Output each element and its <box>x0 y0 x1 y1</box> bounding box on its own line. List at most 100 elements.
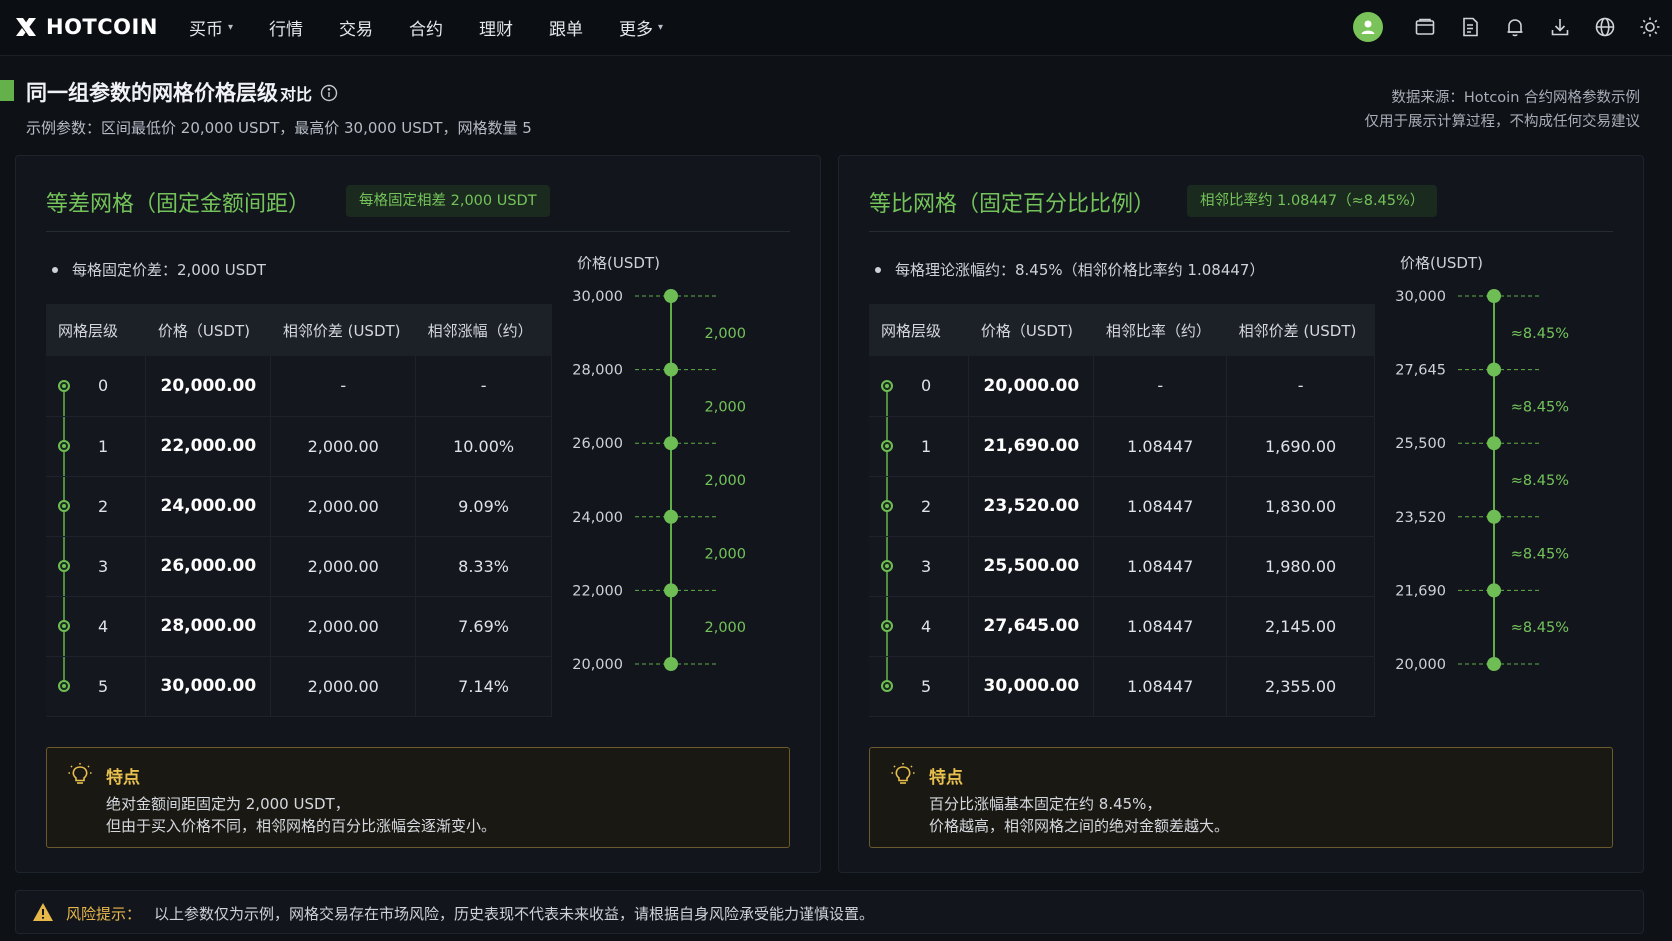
level-dot-icon <box>881 500 893 512</box>
panel-divider <box>46 231 790 232</box>
orders-icon[interactable] <box>1458 15 1482 39</box>
adjacent-cell-b: 7.14% <box>415 656 552 717</box>
adjacent-cell-a: 2,000.00 <box>270 476 417 537</box>
title-accent-bar <box>0 80 14 101</box>
level-dot-icon <box>881 680 893 692</box>
grid-price-cell: 23,520.00 <box>968 476 1095 537</box>
panel-title: 等比网格（固定百分比比例） <box>869 192 1156 217</box>
data-source-line: 数据来源：Hotcoin 合约网格参数示例 <box>1391 90 1640 106</box>
panel-bullet: 每格理论涨幅约：8.45%（相邻价格比率约 1.08447） <box>875 259 1264 280</box>
price-ladder-chart: 价格(USDT) 30,000 27,645 25,500 23,520 21,690 20… <box>1384 254 1624 716</box>
adjacent-cell-a: 2,000.00 <box>270 596 417 657</box>
table-row: 0 20,000.00- - <box>46 356 552 417</box>
grid-level-number: 0 <box>98 376 109 396</box>
wallet-icon[interactable] <box>1413 15 1437 39</box>
adjacent-cell-b: - <box>415 356 552 417</box>
feature-box: 特点 百分比涨幅基本固定在约 8.45%， 价格越高，相邻网格之间的绝对金额差越… <box>869 747 1613 848</box>
ladder-point <box>664 657 678 671</box>
ladder-gap-label: 2,000 <box>704 547 746 563</box>
grid-price-cell: 24,000.00 <box>145 476 272 537</box>
nav-item-trade[interactable]: 交易 <box>339 15 373 40</box>
col-header: 相邻价差 (USDT) <box>1226 304 1375 356</box>
ladder-point <box>664 436 678 451</box>
ladder-gap-label: 2,000 <box>704 473 746 489</box>
grid-level-number: 3 <box>98 556 109 576</box>
logo-text: HOTCOIN <box>46 15 158 39</box>
nav-item-label: 理财 <box>479 20 514 40</box>
nav-menu: 买币 ▾ 行情 交易 合约 理财 跟单 更多 ▾ <box>189 15 699 40</box>
table-row: 1 22,000.00 2,000.00 10.00% <box>46 416 552 477</box>
level-dot-icon <box>881 379 893 392</box>
avatar-icon[interactable] <box>1353 12 1383 42</box>
adjacent-cell-a: - <box>270 356 417 417</box>
col-header: 价格（USDT) <box>968 304 1094 356</box>
risk-warning-bar: 风险提示： 以上参数仅为示例，网格交易存在市场风险，历史表现不代表未来收益，请根… <box>15 890 1644 934</box>
grid-price-cell: 20,000.00 <box>968 356 1095 417</box>
page-title-suffix: 对比 <box>280 85 313 104</box>
arithmetic-grid-panel: 等差网格（固定金额间距） 每格固定相差 2,000 USDT 每格固定价差：2,… <box>15 155 821 873</box>
grid-price-cell: 21,690.00 <box>968 416 1095 477</box>
ladder-gap-label: 2,000 <box>704 620 746 636</box>
grid-level-number: 1 <box>921 436 932 456</box>
logo[interactable]: HOTCOIN <box>14 13 158 41</box>
lightbulb-icon <box>891 763 915 784</box>
adjacent-cell-b: 2,145.00 <box>1226 596 1375 657</box>
table-header-row: 网格层级 价格（USDT) 相邻价差 (USDT) 相邻涨幅（约） <box>46 304 552 356</box>
adjacent-cell-b: 2,355.00 <box>1226 656 1375 717</box>
ladder-point <box>664 509 678 524</box>
level-dot-icon <box>58 379 70 392</box>
grid-level-cell: 0 <box>46 356 147 417</box>
nav-item-earn[interactable]: 理财 <box>479 15 513 40</box>
adjacent-cell-a: 1.08447 <box>1093 656 1228 717</box>
bullet-dot <box>875 266 881 273</box>
panel-divider <box>869 231 1613 232</box>
feature-title: 特点 <box>106 768 140 788</box>
feature-line: 绝对金额间距固定为 2,000 USDT， <box>106 795 350 813</box>
grid-level-cell: 0 <box>869 356 970 417</box>
table-row: 3 25,500.00 1.08447 1,980.00 <box>869 536 1375 597</box>
adjacent-cell-b: 1,980.00 <box>1226 536 1375 597</box>
price-ladder-chart: 价格(USDT) 30,000 28,000 26,000 24,000 22,000 20… <box>561 254 801 716</box>
table-row: 4 27,645.00 1.08447 2,145.00 <box>869 596 1375 657</box>
warning-icon <box>33 903 53 921</box>
feature-line: 百分比涨幅基本固定在约 8.45%， <box>929 795 1162 813</box>
nav-item-buy[interactable]: 买币 ▾ <box>189 15 233 40</box>
ladder-point <box>664 583 678 598</box>
geometric-grid-panel: 等比网格（固定百分比比例） 相邻比率约 1.08447（≈8.45%） 每格理论… <box>838 155 1644 873</box>
table-row: 4 28,000.00 2,000.00 7.69% <box>46 596 552 657</box>
nav-item-futures[interactable]: 合约 <box>409 15 443 40</box>
download-icon[interactable] <box>1548 15 1572 39</box>
grid-level-cell: 1 <box>869 416 970 477</box>
level-dot-icon <box>58 440 70 452</box>
ladder-gap-label: ≈8.45% <box>1511 326 1569 342</box>
nav-item-more[interactable]: 更多 ▾ <box>619 15 663 40</box>
ladder-tick-label: 24,000 <box>572 510 623 526</box>
info-icon[interactable] <box>320 84 338 102</box>
nav-item-label: 交易 <box>339 20 374 40</box>
adjacent-cell-b: - <box>1226 356 1375 417</box>
nav-item-market[interactable]: 行情 <box>269 15 303 40</box>
ladder-point <box>1487 362 1501 377</box>
feature-title: 特点 <box>929 768 963 788</box>
adjacent-cell-b: 1,690.00 <box>1226 416 1375 477</box>
grid-level-number: 2 <box>98 496 109 516</box>
col-header: 价格（USDT) <box>145 304 271 356</box>
table-header-row: 网格层级 价格（USDT) 相邻比率（约） 相邻价差 (USDT) <box>869 304 1375 356</box>
ladder-tick-label: 28,000 <box>572 363 623 379</box>
adjacent-cell-a: 2,000.00 <box>270 536 417 597</box>
nav-item-copy-trade[interactable]: 跟单 <box>549 15 583 40</box>
globe-icon[interactable] <box>1593 15 1617 39</box>
sun-icon[interactable] <box>1638 15 1662 39</box>
data-source: 数据来源：Hotcoin 合约网格参数示例 仅用于展示计算过程，不构成任何交易建… <box>1365 86 1641 134</box>
adjacent-cell-b: 1,830.00 <box>1226 476 1375 537</box>
bell-icon[interactable] <box>1503 15 1527 39</box>
ladder-gap-label: ≈8.45% <box>1511 473 1569 489</box>
adjacent-cell-b: 10.00% <box>415 416 552 477</box>
col-header: 网格层级 <box>46 304 146 356</box>
ladder-tick-label: 21,690 <box>1395 583 1446 599</box>
adjacent-cell-a: - <box>1093 356 1228 417</box>
level-dot-icon <box>881 620 893 632</box>
grid-level-number: 5 <box>921 676 932 696</box>
ladder-tick-label: 27,645 <box>1395 363 1446 379</box>
risk-text: 以上参数仅为示例，网格交易存在市场风险，历史表现不代表未来收益，请根据自身风险承… <box>154 905 875 923</box>
